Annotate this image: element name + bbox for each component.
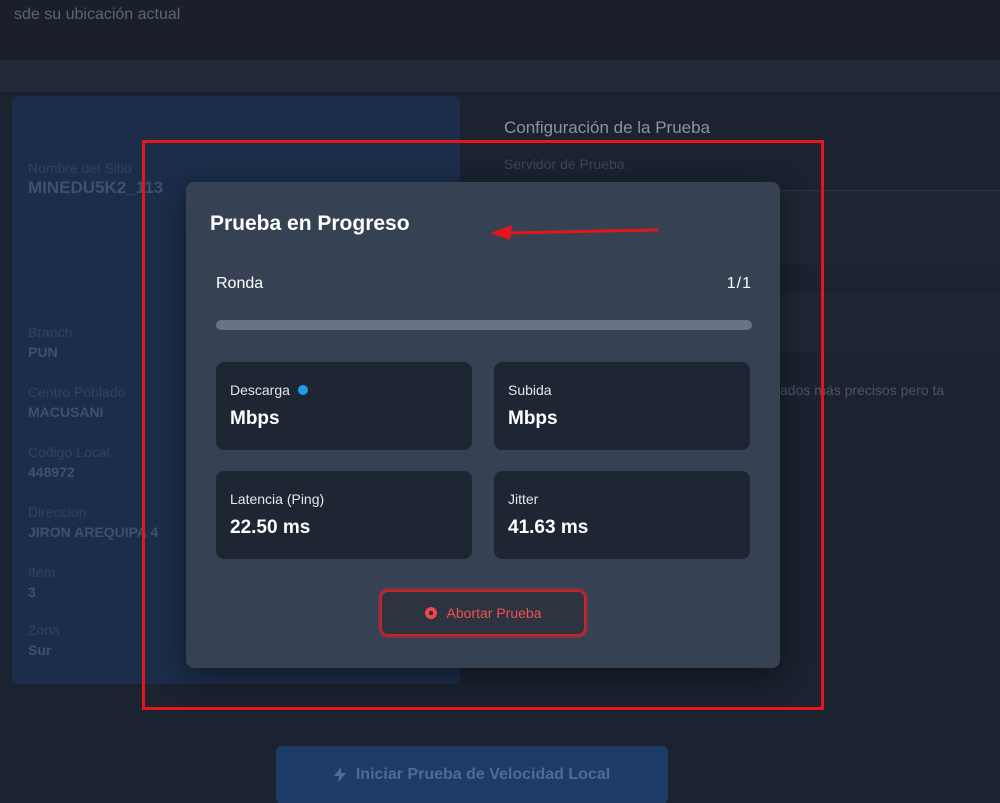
zona-label: Zona <box>28 622 60 638</box>
codigo-local-field: Codigo Local 448972 <box>28 444 110 481</box>
centro-poblado-value: MACUSANI <box>28 404 104 420</box>
zona-value: Sur <box>28 642 52 658</box>
codigo-local-value: 448972 <box>28 464 75 480</box>
start-button-label: Iniciar Prueba de Velocidad Local <box>355 766 611 783</box>
top-header: sde su ubicación actual <box>0 0 1000 60</box>
item-field: Item 3 <box>28 564 55 601</box>
lightning-icon <box>333 767 346 783</box>
centro-poblado-field: Centro Poblado MACUSANI <box>28 384 125 421</box>
codigo-local-label: Codigo Local <box>28 444 110 460</box>
annotation-highlight-box <box>142 140 824 710</box>
direccion-value: JIRON AREQUIPA 4 <box>28 524 159 540</box>
branch-label: Branch <box>28 324 73 340</box>
config-title: Configuración de la Prueba <box>504 118 711 137</box>
item-value: 3 <box>28 584 36 600</box>
centro-poblado-label: Centro Poblado <box>28 384 126 400</box>
direccion-label: Direccion <box>28 504 87 520</box>
branch-field: Branch PUN <box>28 324 72 361</box>
header-subtitle: sde su ubicación actual <box>14 6 181 23</box>
header-band <box>0 60 1000 92</box>
item-label: Item <box>28 564 56 580</box>
branch-value: PUN <box>28 344 58 360</box>
app-screen: sde su ubicación actual Nombre del Sitio… <box>0 0 1000 803</box>
annotation-arrow-icon <box>490 225 659 240</box>
direccion-field: Direccion JIRON AREQUIPA 4 <box>28 504 158 541</box>
start-speed-test-button[interactable]: Iniciar Prueba de Velocidad Local <box>276 746 668 803</box>
zona-field: Zona Sur <box>28 622 60 659</box>
